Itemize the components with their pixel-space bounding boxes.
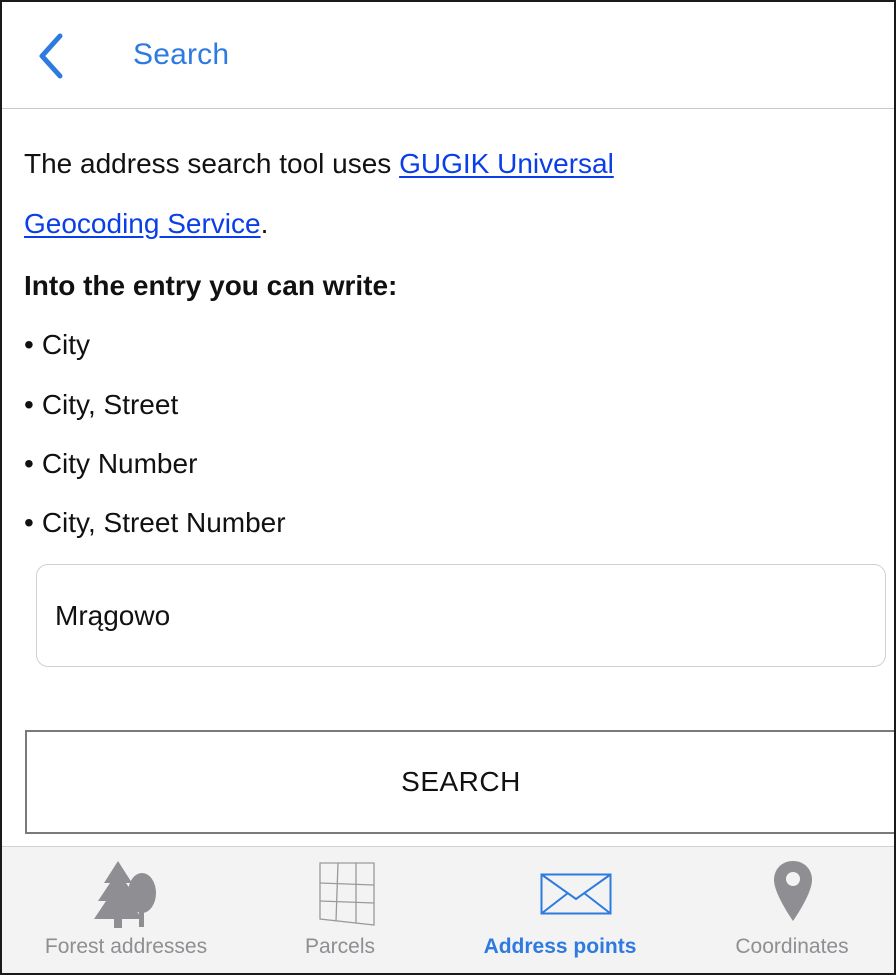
bullet: •: [24, 329, 34, 360]
page-title: Search: [133, 38, 230, 71]
tab-label: Forest addresses: [44, 935, 208, 958]
list-item: • City, Street Number: [24, 507, 286, 539]
forest-icon: [94, 861, 156, 928]
nav-header: Search: [2, 2, 894, 109]
tab-bar: Forest addresses Parcels Address points: [2, 846, 894, 973]
search-button[interactable]: SEARCH: [25, 730, 894, 834]
intro-end: .: [260, 208, 269, 239]
address-entry-container: [36, 564, 886, 667]
bullet: •: [24, 507, 34, 538]
tab-address-points[interactable]: Address points: [430, 847, 690, 973]
list-item-text: City, Street: [41, 389, 179, 420]
tab-label: Address points: [483, 935, 637, 958]
gugik-link-part1[interactable]: GUGIK Universal: [399, 148, 614, 179]
address-search-input[interactable]: [55, 565, 855, 666]
list-item-text: City: [41, 329, 91, 360]
list-item-text: City, Street Number: [41, 507, 286, 538]
tab-label: Coordinates: [735, 935, 849, 958]
tab-coordinates[interactable]: Coordinates: [690, 847, 894, 973]
list-item-text: City Number: [41, 448, 198, 479]
envelope-icon: [540, 873, 612, 915]
tab-label: Parcels: [304, 935, 376, 958]
back-button[interactable]: [32, 32, 72, 80]
intro-text: The address search tool uses: [24, 148, 400, 179]
entry-heading: Into the entry you can write:: [24, 270, 398, 301]
list-item: • City Number: [24, 448, 197, 480]
bullet: •: [24, 389, 34, 420]
gugik-link-part2[interactable]: Geocoding Service: [24, 208, 261, 239]
list-item: • City: [24, 329, 90, 361]
chevron-left-icon: [39, 33, 63, 79]
app-window: Search The address search tool uses GUGI…: [0, 0, 896, 975]
tab-forest-addresses[interactable]: Forest addresses: [2, 847, 250, 973]
map-pin-icon: [774, 861, 812, 921]
intro-line-1: The address search tool uses GUGIK Unive…: [24, 148, 614, 180]
bullet: •: [24, 448, 34, 479]
intro-line-2: Geocoding Service.: [24, 208, 268, 240]
list-item: • City, Street: [24, 389, 178, 421]
tab-parcels[interactable]: Parcels: [250, 847, 430, 973]
parcels-grid-icon: [319, 862, 375, 926]
